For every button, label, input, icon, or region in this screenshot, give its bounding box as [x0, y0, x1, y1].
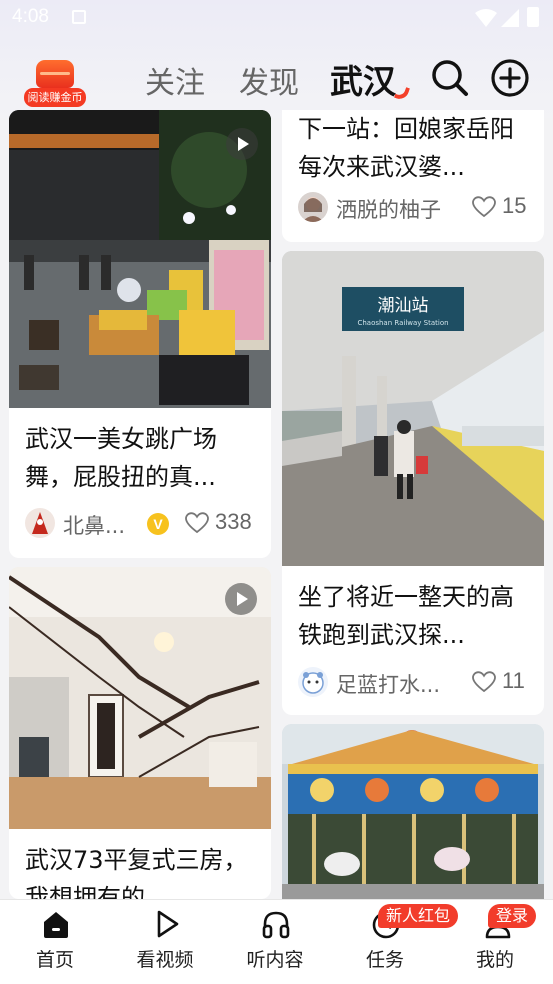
card-meta: 足蓝打水... 11	[298, 667, 534, 699]
card-thumbnail	[9, 110, 271, 408]
author-name[interactable]: 北鼻...	[63, 510, 125, 540]
tab-discover[interactable]: 发现	[239, 58, 299, 102]
feed-card[interactable]: 武汉一美女跳广场舞，屁股扭的真... 北鼻... V 338	[9, 110, 271, 558]
card-meta: 北鼻... V 338	[25, 508, 261, 540]
author-name[interactable]: 洒脱的柚子	[336, 194, 441, 224]
tab-city[interactable]: 武汉	[330, 55, 396, 103]
nav-label: 听内容	[246, 949, 304, 971]
feed-card[interactable]	[282, 724, 544, 899]
nav-tasks[interactable]: 任务 新人红包	[330, 900, 459, 984]
read-earn-coins-badge[interactable]: 阅读赚金币	[24, 60, 86, 108]
notification-icon	[72, 10, 86, 24]
card-thumbnail	[282, 724, 544, 899]
battery-icon	[527, 7, 539, 27]
like-count: 15	[502, 193, 527, 218]
nav-label: 我的	[475, 949, 514, 971]
like-icon[interactable]	[472, 196, 496, 218]
feed-card[interactable]: 下一站：回娘家岳阳 每次来武汉婆... 洒脱的柚子 15	[282, 110, 544, 242]
nav-label: 首页	[35, 949, 74, 971]
signal-icon	[501, 9, 519, 27]
card-thumbnail	[9, 567, 271, 829]
headphones-icon	[262, 911, 290, 939]
card-title: 武汉73平复式三房，我想拥有的	[25, 846, 248, 899]
author-avatar[interactable]	[298, 192, 328, 222]
login-badge: 登录	[488, 904, 537, 928]
nav-label: 看视频	[136, 949, 194, 971]
bottom-nav: 首页 看视频 听内容 任务 新人红包 我的 登录	[0, 899, 553, 984]
like-icon[interactable]	[472, 671, 496, 693]
video-play-icon	[225, 583, 257, 615]
like-count: 11	[502, 668, 525, 693]
card-title: 下一站：回娘家岳阳 每次来武汉婆...	[298, 115, 514, 181]
home-icon	[44, 912, 68, 938]
status-time: 4:08	[12, 6, 49, 27]
like-count: 338	[215, 509, 252, 534]
wifi-icon	[475, 9, 497, 27]
like-icon[interactable]	[185, 512, 209, 534]
search-icon[interactable]	[430, 58, 470, 98]
nav-label: 任务	[365, 949, 404, 971]
author-avatar[interactable]	[25, 508, 55, 538]
add-post-icon[interactable]	[490, 58, 530, 98]
station-sign-subtitle: Chaoshan Railway Station	[357, 319, 448, 327]
top-header: 阅读赚金币 关注 发现 武汉	[0, 38, 553, 118]
verified-badge-icon: V	[147, 513, 169, 535]
tab-follow[interactable]: 关注	[145, 58, 205, 102]
card-title: 武汉一美女跳广场舞，屁股扭的真...	[25, 425, 217, 491]
feed-card[interactable]: 潮汕站 Chaoshan Railway Station 坐了将近一整天的高铁跑…	[282, 251, 544, 715]
feed-card[interactable]: 武汉73平复式三房，我想拥有的	[9, 567, 271, 899]
author-name[interactable]: 足蓝打水...	[336, 669, 440, 699]
nav-listen[interactable]: 听内容	[220, 900, 330, 984]
status-bar: 4:08	[0, 0, 553, 38]
video-play-icon	[226, 128, 258, 160]
nav-home[interactable]: 首页	[0, 900, 110, 984]
author-avatar[interactable]	[298, 667, 328, 697]
card-meta: 洒脱的柚子 15	[298, 192, 534, 224]
play-circle-icon	[157, 910, 179, 938]
coin-badge-label: 阅读赚金币	[24, 88, 86, 107]
nav-profile[interactable]: 我的 登录	[440, 900, 550, 984]
station-sign-text: 潮汕站	[378, 296, 429, 316]
card-title: 坐了将近一整天的高铁跑到武汉探...	[298, 583, 514, 649]
red-envelope-icon	[36, 60, 74, 88]
card-thumbnail: 潮汕站 Chaoshan Railway Station	[282, 251, 544, 566]
nav-watch-video[interactable]: 看视频	[110, 900, 220, 984]
active-tab-indicator	[393, 84, 411, 102]
